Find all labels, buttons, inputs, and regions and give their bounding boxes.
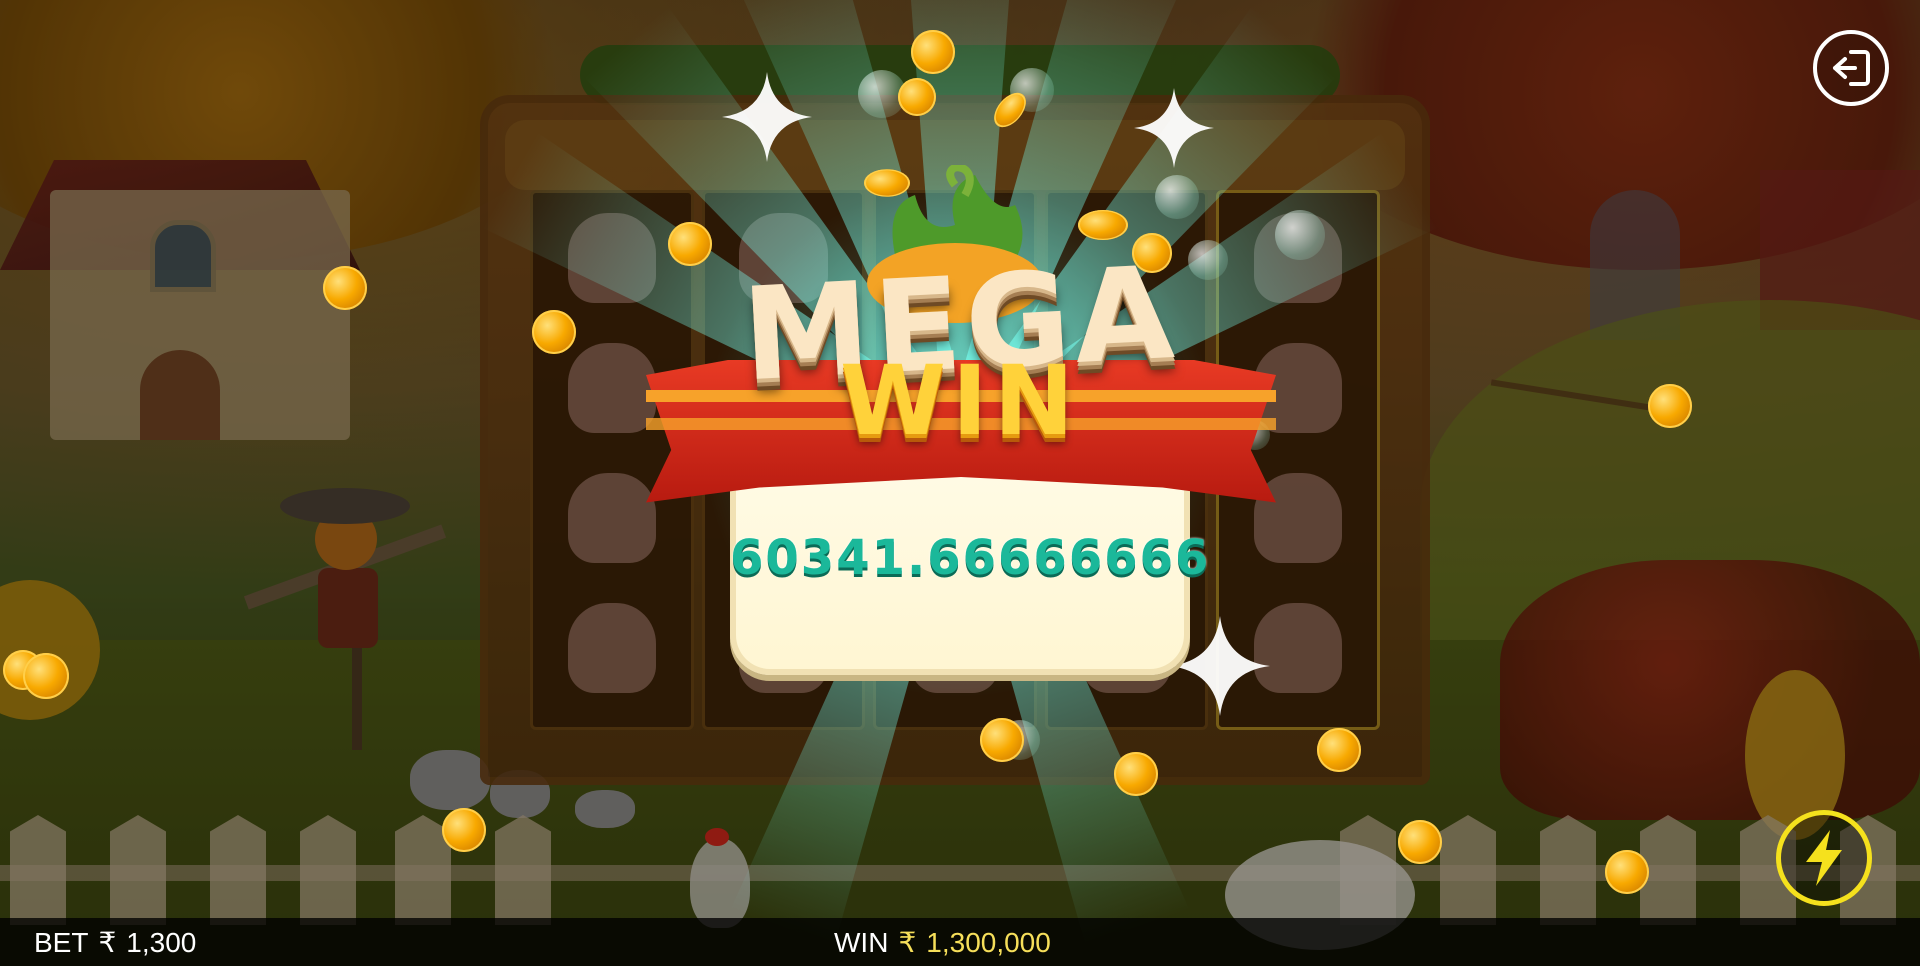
turbo-button[interactable] [1776, 810, 1872, 906]
gold-coin [980, 718, 1024, 762]
game-scene: MEGA WIN 60341.66666666 [0, 0, 1920, 966]
bottom-bar: BET ₹1,300 WIN ₹1,300,000 [0, 918, 1920, 966]
win-currency: ₹ [898, 927, 917, 958]
gold-coin [532, 310, 576, 354]
lightning-bolt-icon [1806, 830, 1842, 886]
win-value: 1,300,000 [926, 927, 1051, 958]
gold-coin [1398, 820, 1442, 864]
exit-button[interactable] [1813, 30, 1889, 106]
gold-coin [1114, 752, 1158, 796]
sparkle-icon [722, 72, 812, 162]
mega-win-popup: MEGA WIN 60341.66666666 [640, 150, 1280, 690]
gold-coin [898, 78, 936, 116]
gold-coin [1648, 384, 1692, 428]
bet-value: 1,300 [126, 927, 197, 958]
bet-label: BET [34, 927, 89, 958]
gold-coin [23, 653, 69, 699]
gold-coin [442, 808, 486, 852]
win-amount: 60341.66666666 [730, 530, 1211, 586]
bubble [1275, 210, 1325, 260]
bet-currency: ₹ [98, 927, 117, 958]
gold-coin [1317, 728, 1361, 772]
gold-coin [323, 266, 367, 310]
win-title: WIN [840, 345, 1080, 457]
win-display: WIN ₹1,300,000 [834, 926, 1051, 959]
gold-coin [911, 30, 955, 74]
bet-display: BET ₹1,300 [34, 926, 196, 959]
exit-icon [1833, 50, 1870, 86]
gold-coin [1605, 850, 1649, 894]
win-label: WIN [834, 927, 889, 958]
